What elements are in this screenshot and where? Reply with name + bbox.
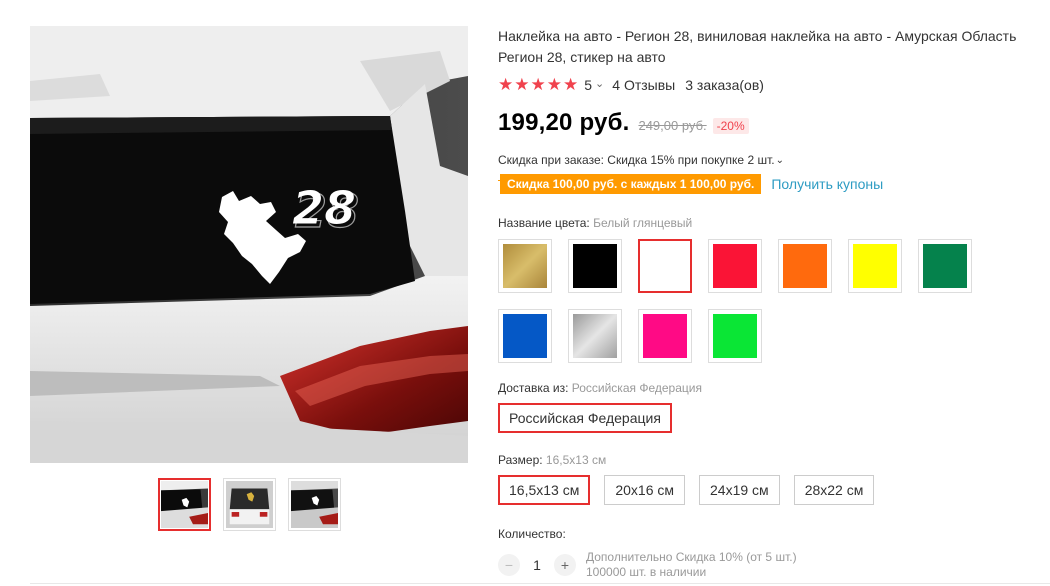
thumbnail-strip	[158, 478, 341, 531]
extra-discount-text: Дополнительно Скидка 10% (от 5 шт.)	[586, 550, 797, 564]
size-option[interactable]: 24x19 см	[699, 475, 780, 505]
shipping-label: Доставка из: Российская Федерация	[498, 381, 1038, 395]
coupon-badge: Скидка 100,00 руб. с каждых 1 100,00 руб…	[496, 174, 765, 194]
old-price: 249,00 руб.	[638, 118, 707, 133]
color-swatch-fill	[853, 244, 897, 288]
quantity-minus-button[interactable]: −	[498, 554, 520, 576]
quantity-label: Количество:	[498, 527, 566, 541]
size-label-text: Размер:	[498, 453, 543, 467]
color-swatch-orange[interactable]	[778, 239, 832, 293]
size-options: 16,5x13 см 20x16 см 24x19 см 28x22 см	[498, 475, 1038, 505]
size-selected-value: 16,5x13 см	[545, 453, 607, 467]
color-swatch-silver[interactable]	[568, 309, 622, 363]
rating-value: 5	[584, 76, 593, 93]
color-swatch-fill	[643, 314, 687, 358]
star-icon: ★	[498, 75, 514, 94]
thumbnail-1[interactable]	[158, 478, 211, 531]
orders-count: 3 заказа(ов)	[685, 76, 764, 93]
size-option[interactable]: 28x22 см	[793, 475, 875, 505]
color-swatch-fill	[643, 244, 687, 288]
color-swatch-fill	[503, 314, 547, 358]
color-swatch-black[interactable]	[568, 239, 622, 293]
reviews-link[interactable]: 4 Отзывы	[612, 77, 675, 93]
order-discount-text: Скидка при заказе: Скидка 15% при покупк…	[498, 153, 775, 167]
color-swatch-light-green[interactable]	[708, 309, 762, 363]
size-label: Размер: 16,5x13 см	[498, 453, 1038, 467]
color-swatch-red[interactable]	[708, 239, 762, 293]
quantity-plus-button[interactable]: +	[554, 554, 576, 576]
coupon-row: Скидка 100,00 руб. с каждых 1 100,00 руб…	[496, 174, 1038, 194]
size-option[interactable]: 20x16 см	[604, 475, 686, 505]
color-swatch-white[interactable]	[638, 239, 692, 293]
quantity-stepper: − 1 + Дополнительно Скидка 10% (от 5 шт.…	[498, 550, 1038, 580]
color-swatches	[498, 239, 988, 363]
color-swatch-fill	[573, 314, 617, 358]
color-label: Название цвета: Белый глянцевый	[498, 216, 1038, 230]
shipping-label-text: Доставка из:	[498, 381, 569, 395]
quantity-info: Дополнительно Скидка 10% (от 5 шт.) 1000…	[586, 550, 797, 580]
thumbnail-image	[161, 481, 208, 528]
color-swatch-fill	[713, 314, 757, 358]
product-title: Наклейка на авто - Регион 28, виниловая …	[498, 28, 1017, 65]
shipping-selected-value: Российская Федерация	[571, 381, 702, 395]
product-info: Наклейка на авто - Регион 28, виниловая …	[496, 26, 1038, 580]
color-swatch-pink[interactable]	[638, 309, 692, 363]
discount-badge: -20%	[712, 118, 749, 134]
thumbnail-image	[226, 481, 273, 528]
color-swatch-fill	[503, 244, 547, 288]
star-icon: ★	[514, 75, 530, 94]
thumbnail-image	[291, 481, 338, 528]
divider	[30, 583, 1050, 584]
star-icon: ★	[546, 75, 562, 94]
sticker-number-shadow: 28	[295, 184, 359, 238]
chevron-down-icon[interactable]: ⌄	[595, 77, 604, 90]
current-price: 199,20 руб.	[498, 109, 630, 136]
order-discount[interactable]: Скидка при заказе: Скидка 15% при покупк…	[498, 153, 1038, 167]
ship-from-option[interactable]: Российская Федерация	[498, 403, 672, 433]
color-swatch-yellow[interactable]	[848, 239, 902, 293]
quantity-value[interactable]: 1	[520, 557, 554, 573]
thumbnail-2[interactable]	[223, 478, 276, 531]
color-label-text: Название цвета:	[498, 216, 590, 230]
price-row: 199,20 руб. 249,00 руб. -20%	[498, 109, 1038, 137]
thumbnail-3[interactable]	[288, 478, 341, 531]
stock-text: 100000 шт. в наличии	[586, 565, 707, 579]
size-option[interactable]: 16,5x13 см	[498, 475, 591, 505]
rating-row: ★ ★ ★ ★ ★ 5 ⌄ 4 Отзывы 3 заказа(ов)	[498, 76, 1038, 93]
color-selected-value: Белый глянцевый	[593, 216, 693, 230]
color-swatch-green[interactable]	[918, 239, 972, 293]
rating-stars: ★ ★ ★ ★ ★	[498, 76, 578, 93]
color-swatch-fill	[573, 244, 617, 288]
color-swatch-fill	[783, 244, 827, 288]
color-swatch-fill	[713, 244, 757, 288]
chevron-down-icon: ⌄	[775, 154, 784, 166]
star-icon: ★	[563, 75, 579, 94]
star-icon: ★	[530, 75, 546, 94]
product-main-image: 28 28	[30, 26, 468, 463]
color-swatch-fill	[923, 244, 967, 288]
car-sticker-photo: 28 28	[30, 26, 468, 463]
color-swatch-gold[interactable]	[498, 239, 552, 293]
get-coupons-link[interactable]: Получить купоны	[771, 176, 883, 192]
color-swatch-blue[interactable]	[498, 309, 552, 363]
